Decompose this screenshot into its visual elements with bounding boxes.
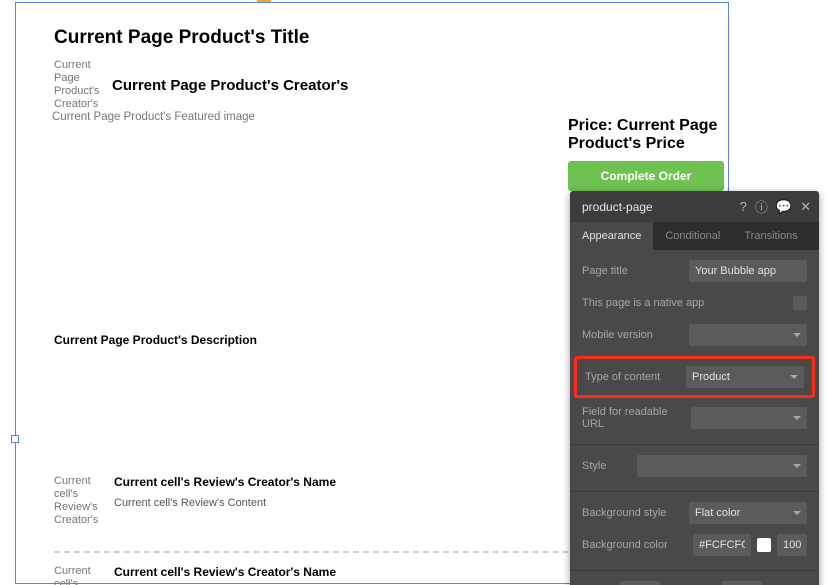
chevron-down-icon	[793, 464, 801, 468]
panel-body: Page title This page is a native app Mob…	[570, 250, 819, 585]
property-panel[interactable]: product-page ? ⓘ 💬 ✕ Appearance Conditio…	[570, 191, 819, 585]
price-text[interactable]: Price: Current Page Product's Price	[568, 117, 744, 153]
creator-row: Current Page Product's Creator's Current…	[54, 59, 690, 107]
tab-appearance[interactable]: Appearance	[570, 222, 653, 250]
info-icon[interactable]: ⓘ	[755, 197, 768, 216]
tab-transitions[interactable]: Transitions	[732, 222, 809, 250]
type-of-content-value: Product	[692, 371, 730, 383]
panel-element-name: product-page	[582, 200, 653, 214]
chevron-down-icon	[793, 416, 801, 420]
page-title-label: Page title	[582, 265, 628, 277]
background-color-input[interactable]	[693, 534, 751, 556]
complete-order-button[interactable]: Complete Order	[568, 161, 724, 191]
panel-tabs: Appearance Conditional Transitions	[570, 222, 819, 250]
style-label: Style	[582, 460, 606, 472]
background-color-label: Background color	[582, 539, 668, 551]
native-app-checkbox[interactable]	[793, 296, 807, 310]
type-of-content-select[interactable]: Product	[686, 366, 804, 388]
price-block: Price: Current Page Product's Price Comp…	[568, 117, 744, 191]
height-input[interactable]	[722, 581, 762, 585]
background-style-value: Flat color	[695, 507, 740, 519]
mobile-version-select[interactable]	[689, 324, 807, 346]
review-creator-name[interactable]: Current cell's Review's Creator's Name	[114, 475, 336, 489]
product-description[interactable]: Current Page Product's Description	[54, 333, 257, 347]
type-of-content-row-highlight: Type of content Product	[574, 356, 815, 398]
chevron-down-icon	[793, 333, 801, 337]
chevron-down-icon	[793, 511, 801, 515]
review-avatar-placeholder[interactable]: Current cell's	[54, 565, 102, 585]
creator-name[interactable]: Current Page Product's Creator's	[112, 59, 348, 94]
panel-header[interactable]: product-page ? ⓘ 💬 ✕	[570, 191, 819, 222]
background-opacity-input[interactable]	[777, 534, 807, 556]
close-icon[interactable]: ✕	[800, 199, 811, 215]
readable-url-label: Field for readable URL	[582, 406, 691, 430]
width-input[interactable]	[620, 581, 660, 585]
product-title[interactable]: Current Page Product's Title	[54, 27, 690, 49]
background-color-swatch[interactable]	[757, 538, 771, 552]
creator-avatar-placeholder[interactable]: Current Page Product's Creator's	[54, 59, 102, 107]
background-style-label: Background style	[582, 507, 666, 519]
review-content[interactable]: Current cell's Review's Content	[114, 497, 336, 509]
type-of-content-label: Type of content	[585, 371, 660, 383]
tab-conditional[interactable]: Conditional	[653, 222, 732, 250]
native-app-label: This page is a native app	[582, 297, 704, 309]
style-select[interactable]	[637, 455, 807, 477]
review-avatar-placeholder[interactable]: Current cell's Review's Creator's	[54, 475, 102, 523]
readable-url-select[interactable]	[691, 407, 807, 429]
page-title-input[interactable]	[689, 260, 807, 282]
mobile-version-label: Mobile version	[582, 329, 653, 341]
review-creator-name[interactable]: Current cell's Review's Creator's Name	[114, 565, 336, 579]
comment-icon[interactable]: 💬	[776, 199, 792, 215]
selection-handle-left[interactable]	[11, 435, 19, 443]
background-style-select[interactable]: Flat color	[689, 502, 807, 524]
chevron-down-icon	[790, 375, 798, 379]
help-icon[interactable]: ?	[740, 199, 747, 214]
